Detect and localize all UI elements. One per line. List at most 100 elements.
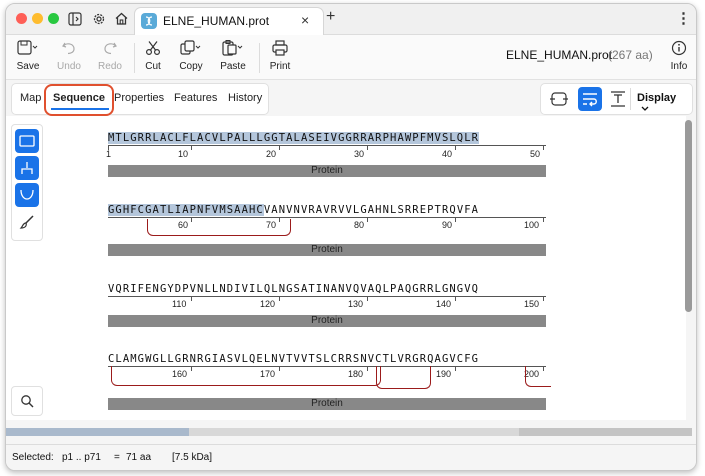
selected-label: Selected: — [12, 452, 54, 463]
sequence-view[interactable]: MTLGRRLACLFLACVLPALLLGGTALASEIVGGRRARPHA… — [6, 116, 686, 420]
ruler-tick — [455, 296, 456, 301]
new-tab-button[interactable]: + — [326, 8, 335, 26]
document-tab[interactable]: ELNE_HUMAN.prot × — [134, 7, 324, 35]
unselected-residues[interactable]: CLAMGWGLLGRNRGIASVLQELNVTVVTSLCRRSNVCTLV… — [108, 353, 479, 365]
document-tab-title: ELNE_HUMAN.prot — [163, 14, 270, 28]
search-button[interactable] — [11, 386, 43, 416]
display-menu-button[interactable]: Display — [637, 92, 692, 116]
text-format-button[interactable] — [607, 89, 629, 109]
sequence-row-1[interactable]: MTLGRRLACLFLACVLPALLLGGTALASEIVGGRRARPHA… — [108, 132, 480, 144]
sequence-row-3[interactable]: VQRIFENGYDPVNLLNDIVILQLNGSATINANVQVAQLPA… — [108, 283, 479, 295]
wrap-lines-button[interactable] — [578, 87, 602, 111]
cut-button[interactable]: Cut — [135, 39, 171, 72]
chevron-down-icon — [641, 106, 649, 111]
position-number: 40 — [442, 149, 453, 159]
selected-range: p1 .. p71 — [62, 452, 101, 463]
undo-button[interactable]: Undo — [51, 39, 87, 72]
paint-button[interactable] — [15, 210, 39, 234]
close-window-button[interactable] — [16, 13, 27, 24]
position-number: 10 — [178, 149, 189, 159]
ruler-tick — [543, 217, 544, 222]
fit-width-button[interactable] — [548, 89, 570, 109]
ruler-tick — [191, 296, 192, 301]
disulfide-bond-bracket[interactable] — [525, 366, 551, 387]
unselected-residues[interactable]: VQRIFENGYDPVNLLNDIVILQLNGSATINANVQVAQLPA… — [108, 283, 479, 295]
tree-select-button[interactable] — [15, 156, 39, 180]
ruler-tick — [455, 145, 456, 150]
gear-icon[interactable] — [92, 12, 106, 31]
redo-label: Redo — [98, 61, 122, 72]
ruler-tick — [367, 217, 368, 222]
print-button[interactable]: Print — [262, 39, 298, 72]
status-bar: Selected: p1 .. p71 = 71 aa [7.5 kDa] — [6, 444, 696, 470]
ruler-tick — [543, 296, 544, 301]
rectangle-select-button[interactable] — [15, 129, 39, 153]
position-number: 100 — [524, 220, 540, 230]
save-button[interactable]: Save — [10, 39, 46, 72]
paste-button[interactable]: Paste — [215, 39, 251, 72]
display-controls: Display — [540, 83, 693, 115]
protein-feature-bar[interactable]: Protein — [108, 315, 546, 327]
position-number: 80 — [354, 220, 365, 230]
copy-button[interactable]: Copy — [173, 39, 209, 72]
horizontal-scrollbar-thumb[interactable] — [6, 428, 189, 436]
sequence-row-2[interactable]: GGHFCGATLIAPNFVMSAAHCVANVNVRAVRVVLGAHNLS… — [108, 204, 479, 216]
ruler-line — [108, 296, 546, 297]
arc-select-icon — [20, 189, 34, 200]
tab-properties[interactable]: Properties — [114, 92, 164, 104]
display-label: Display — [637, 92, 677, 104]
arc-select-button[interactable] — [15, 183, 39, 207]
info-label: Info — [670, 61, 688, 72]
tab-features[interactable]: Features — [174, 92, 217, 104]
tab-history[interactable]: History — [228, 92, 262, 104]
toolbar: Save Undo Redo Cut Copy Paste Print ELNE… — [6, 35, 696, 80]
vertical-scrollbar[interactable] — [685, 120, 692, 312]
more-menu-button[interactable]: ⋮ — [676, 9, 691, 27]
position-number: 120 — [260, 299, 276, 309]
position-number: 110 — [172, 299, 187, 309]
copy-label: Copy — [179, 61, 203, 72]
unselected-residues[interactable]: VANVNVRAVRVVLGAHNLSRREPTRQVFA — [264, 204, 479, 216]
disulfide-bond-bracket[interactable] — [147, 219, 291, 236]
zoom-window-button[interactable] — [48, 13, 59, 24]
selected-equals: = — [114, 452, 120, 463]
copy-icon — [180, 40, 201, 55]
print-label: Print — [269, 61, 291, 72]
selected-residues[interactable]: GGHFCGATLIAPNFVMSAAHC — [108, 204, 264, 216]
app-window: ELNE_HUMAN.prot × + ⋮ Save Undo Redo Cut… — [5, 3, 697, 471]
redo-icon — [104, 42, 117, 55]
disulfide-bond-bracket[interactable] — [111, 366, 381, 386]
sidebar-toggle-icon[interactable] — [68, 12, 82, 31]
selected-residues[interactable]: MTLGRRLACLFLACVLPALLLGGTALASEIVGGRRARPHA… — [108, 132, 480, 144]
sequence-tab-highlight — [44, 84, 114, 116]
scissors-icon — [145, 41, 161, 56]
document-name: ELNE_HUMAN.prot — [506, 48, 613, 62]
selected-mass: [7.5 kDa] — [172, 452, 213, 463]
protein-feature-bar[interactable]: Protein — [108, 398, 546, 410]
paste-icon — [222, 40, 243, 56]
position-number: 140 — [436, 299, 452, 309]
tab-map[interactable]: Map — [20, 92, 41, 104]
info-button[interactable]: Info — [661, 39, 696, 72]
protein-feature-bar[interactable]: Protein — [108, 244, 546, 256]
cut-label: Cut — [145, 61, 161, 72]
info-icon — [671, 40, 687, 56]
position-number: 150 — [524, 299, 540, 309]
position-number: 90 — [442, 220, 453, 230]
selection-tools — [11, 124, 43, 241]
position-number: 30 — [354, 149, 365, 159]
close-tab-button[interactable]: × — [301, 12, 309, 28]
minimize-window-button[interactable] — [32, 13, 43, 24]
protein-feature-bar[interactable]: Protein — [108, 165, 546, 177]
save-label: Save — [16, 61, 40, 72]
ruler-tick — [279, 145, 280, 150]
redo-button[interactable]: Redo — [92, 39, 128, 72]
ruler-tick — [543, 145, 544, 150]
tree-select-icon — [21, 162, 33, 174]
disulfide-bond-bracket[interactable] — [376, 366, 431, 389]
search-icon — [21, 395, 34, 408]
ruler-tick — [367, 145, 368, 150]
home-icon[interactable] — [114, 11, 129, 31]
sequence-row-4[interactable]: CLAMGWGLLGRNRGIASVLQELNVTVVTSLCRRSNVCTLV… — [108, 353, 479, 365]
horizontal-scrollbar[interactable] — [6, 428, 692, 436]
